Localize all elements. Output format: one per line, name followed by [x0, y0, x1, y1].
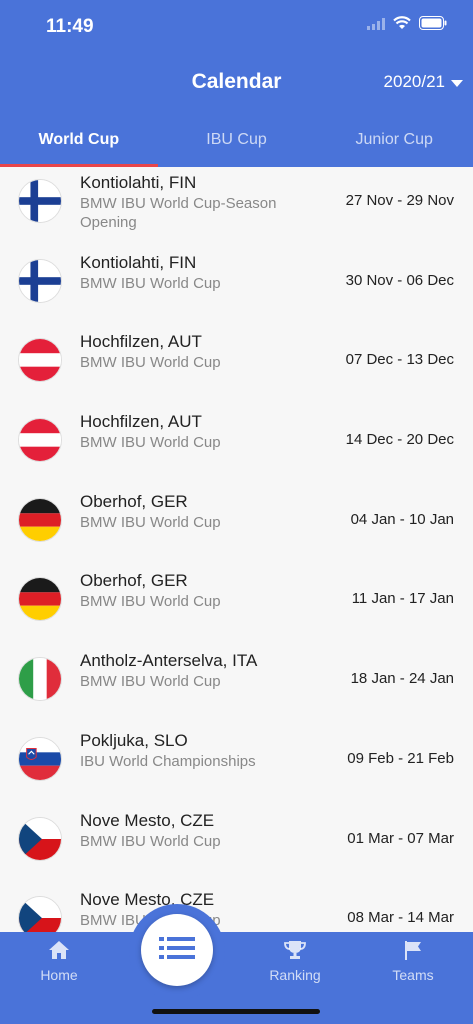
event-row[interactable]: Antholz-Anterselva, ITA BMW IBU World Cu… [0, 645, 473, 725]
event-row[interactable]: Pokljuka, SLO IBU World Championships 09… [0, 725, 473, 805]
event-location: Oberhof, GER [80, 491, 188, 511]
event-row[interactable]: Oberhof, GER BMW IBU World Cup 11 Jan - … [0, 565, 473, 645]
event-row[interactable]: Hochfilzen, AUT BMW IBU World Cup 14 Dec… [0, 406, 473, 486]
finland-flag-icon [18, 179, 62, 223]
event-dates: 11 Jan - 17 Jan [351, 590, 454, 608]
event-location: Antholz-Anterselva, ITA [80, 651, 258, 671]
nav-ranking-label: Ranking [269, 967, 321, 983]
event-dates: 04 Jan - 10 Jan [350, 510, 454, 528]
event-location: Hochfilzen, AUT [80, 412, 202, 432]
flag-icon [388, 940, 438, 963]
event-row[interactable]: Kontiolahti, FIN BMW IBU World Cup-Seaso… [0, 167, 473, 247]
event-row[interactable]: Oberhof, GER BMW IBU World Cup 04 Jan - … [0, 486, 473, 566]
event-location: Kontiolahti, FIN [80, 173, 197, 192]
event-row[interactable]: Nove Mesto, CZE BMW IBU World Cup 01 Mar… [0, 805, 473, 885]
germany-flag-icon [18, 497, 62, 542]
home-icon [37, 940, 81, 963]
czech-flag-icon [18, 816, 62, 861]
nav-teams[interactable]: Teams [388, 940, 438, 983]
nav-home-label: Home [40, 967, 78, 983]
trophy-icon [262, 940, 328, 963]
tab-junior-cup[interactable]: Junior Cup [315, 122, 473, 167]
finland-flag-icon [18, 258, 62, 303]
season-label: 2020/21 [383, 72, 445, 91]
tab-bar: World Cup IBU Cup Junior Cup [0, 122, 473, 167]
nav-ranking[interactable]: Ranking [262, 940, 328, 983]
slovenia-flag-icon [18, 736, 62, 781]
event-name: BMW IBU World Cup [80, 354, 221, 372]
home-indicator [152, 1009, 320, 1014]
event-dates: 18 Jan - 24 Jan [350, 670, 454, 688]
event-name: IBU World Championships [80, 752, 256, 770]
event-name: BMW IBU World Cup [80, 434, 221, 452]
event-dates: 01 Mar - 07 Mar [347, 829, 454, 847]
wifi-icon [393, 16, 411, 35]
event-name: BMW IBU World Cup [80, 513, 221, 531]
event-name: BMW IBU World Cup [80, 673, 221, 691]
nav-teams-label: Teams [392, 967, 434, 983]
calendar-fab-button[interactable] [141, 914, 213, 986]
tab-world-cup[interactable]: World Cup [0, 122, 158, 167]
czech-flag-icon [18, 896, 62, 932]
event-row[interactable]: Kontiolahti, FIN BMW IBU World Cup 30 No… [0, 247, 473, 327]
list-icon [159, 936, 195, 965]
event-row[interactable]: Hochfilzen, AUT BMW IBU World Cup 07 Dec… [0, 326, 473, 406]
italy-flag-icon [18, 657, 62, 702]
event-name: BMW IBU World Cup [80, 832, 221, 850]
season-selector[interactable]: 2020/21 [384, 72, 463, 92]
status-time: 11:49 [46, 16, 94, 37]
event-dates: 09 Feb - 21 Feb [347, 749, 454, 767]
event-location: Hochfilzen, AUT [80, 332, 202, 352]
event-location: Oberhof, GER [80, 571, 188, 591]
austria-flag-icon [18, 418, 62, 463]
event-dates: 27 Nov - 29 Nov [345, 192, 454, 209]
event-dates: 14 Dec - 20 Dec [345, 431, 454, 449]
event-name: BMW IBU World Cup [80, 274, 221, 292]
austria-flag-icon [18, 338, 62, 383]
caret-down-icon [451, 72, 463, 92]
event-dates: 30 Nov - 06 Dec [345, 271, 454, 289]
tab-ibu-cup[interactable]: IBU Cup [158, 122, 316, 167]
event-row[interactable]: Nove Mesto, CZE BMW IBU World Cup 08 Mar… [0, 884, 473, 932]
nav-home[interactable]: Home [37, 940, 81, 983]
status-icons [367, 16, 447, 35]
battery-icon [419, 16, 447, 35]
germany-flag-icon [18, 577, 62, 622]
event-dates: 08 Mar - 14 Mar [347, 909, 454, 927]
event-name: BMW IBU World Cup-Season Opening [80, 195, 277, 231]
app-header: 11:49 Calendar 2020/21 World Cup IBU Cup… [0, 0, 473, 167]
event-location: Kontiolahti, FIN [80, 252, 197, 272]
event-location: Pokljuka, SLO [80, 730, 188, 750]
event-dates: 07 Dec - 13 Dec [345, 351, 454, 369]
event-name: BMW IBU World Cup [80, 593, 221, 611]
event-list: Kontiolahti, FIN BMW IBU World Cup-Seaso… [0, 167, 473, 932]
event-location: Nove Mesto, CZE [80, 810, 215, 830]
cellular-icon [367, 17, 385, 35]
